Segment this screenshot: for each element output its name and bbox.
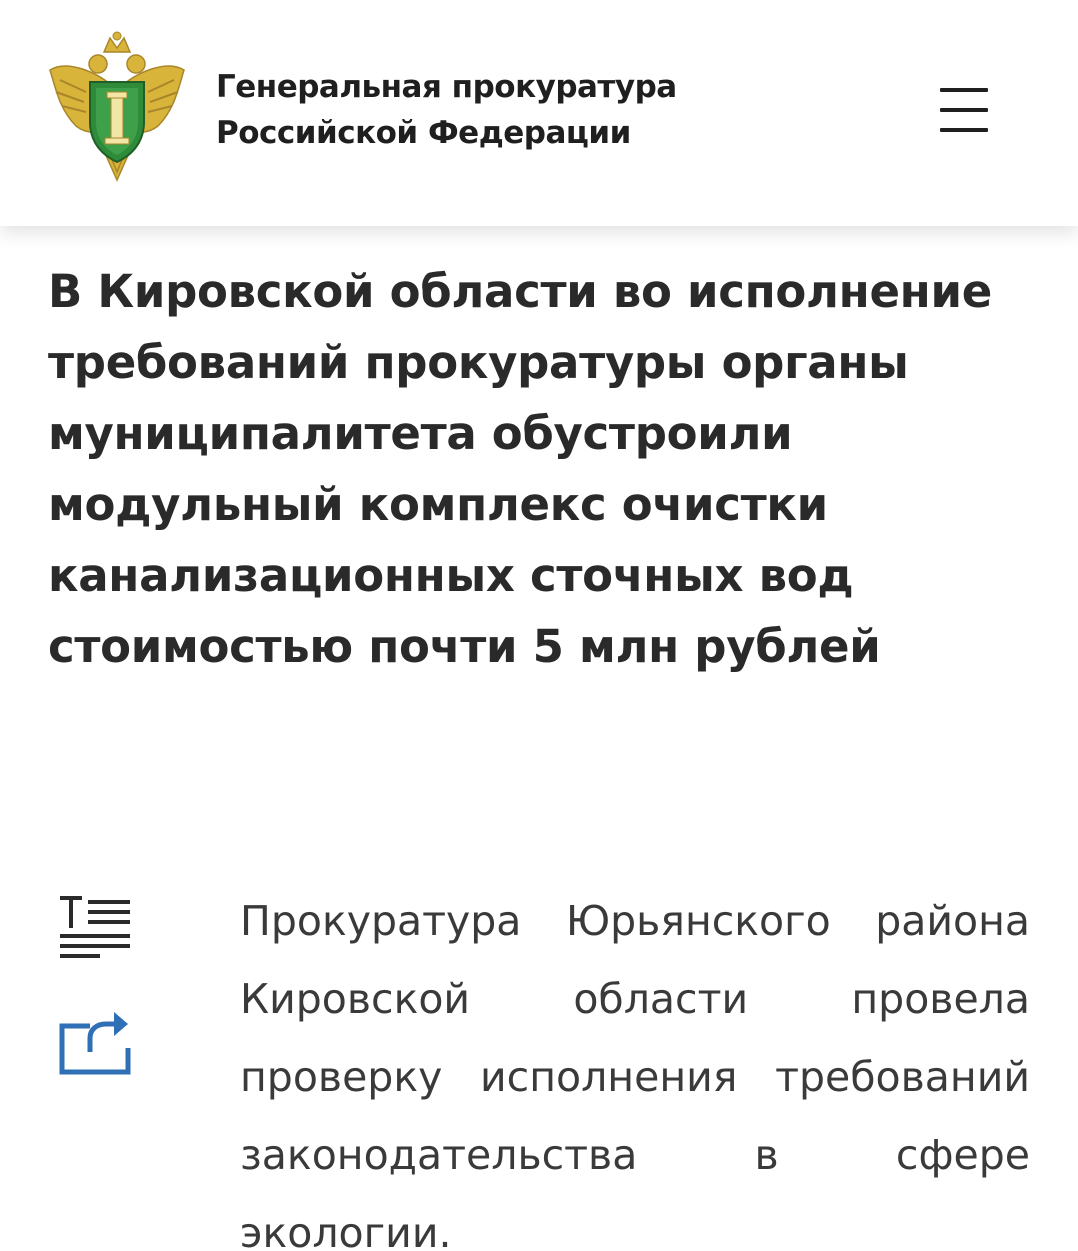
article-title-line: муниципалитета обустроили: [48, 407, 793, 460]
article-body-line: Прокуратура Юрьянского района: [240, 882, 1030, 960]
article-body-line: экологии.: [240, 1194, 1030, 1251]
body-word: в: [754, 1131, 779, 1179]
article-title: В Кировской области во исполнение требов…: [48, 256, 1038, 682]
organization-name-line-1: Генеральная прокуратура: [216, 69, 677, 105]
body-word: Кировской: [240, 975, 471, 1023]
body-word: Юрьянского: [565, 897, 831, 945]
article-body: Прокуратура Юрьянского района Кировской …: [240, 882, 1030, 1251]
article-title-line: требований прокуратуры органы: [48, 336, 909, 389]
body-word: исполнения: [480, 1053, 738, 1101]
article-body-line: Кировской области провела: [240, 960, 1030, 1038]
article-title-line: В Кировской области во исполнение: [48, 265, 992, 318]
body-word: Прокуратура: [240, 897, 522, 945]
body-word: области: [573, 975, 749, 1023]
organization-name-line-2: Российской Федерации: [216, 115, 631, 151]
body-word: законодательства: [240, 1131, 638, 1179]
article-title-line: модульный комплекс очистки: [48, 478, 828, 531]
site-header: Генеральная прокуратура Российской Федер…: [0, 0, 1078, 226]
share-icon[interactable]: [56, 1008, 136, 1080]
article-body-line: законодательства в сфере: [240, 1116, 1030, 1194]
body-word: района: [875, 897, 1030, 945]
text-size-icon[interactable]: [58, 892, 132, 966]
body-word: требований: [775, 1053, 1030, 1101]
organization-name[interactable]: Генеральная прокуратура Российской Федер…: [216, 64, 677, 156]
body-word: проверку: [240, 1053, 443, 1101]
hamburger-menu-icon[interactable]: [936, 84, 992, 136]
prosecutor-emblem-icon[interactable]: [46, 30, 188, 184]
body-word: экологии.: [240, 1209, 452, 1251]
article-title-line: канализационных сточных вод: [48, 549, 854, 602]
article-title-line: стоимостью почти 5 млн рублей: [48, 620, 881, 673]
body-word: сфере: [895, 1131, 1030, 1179]
article-body-line: проверку исполнения требований: [240, 1038, 1030, 1116]
body-word: провела: [851, 975, 1030, 1023]
